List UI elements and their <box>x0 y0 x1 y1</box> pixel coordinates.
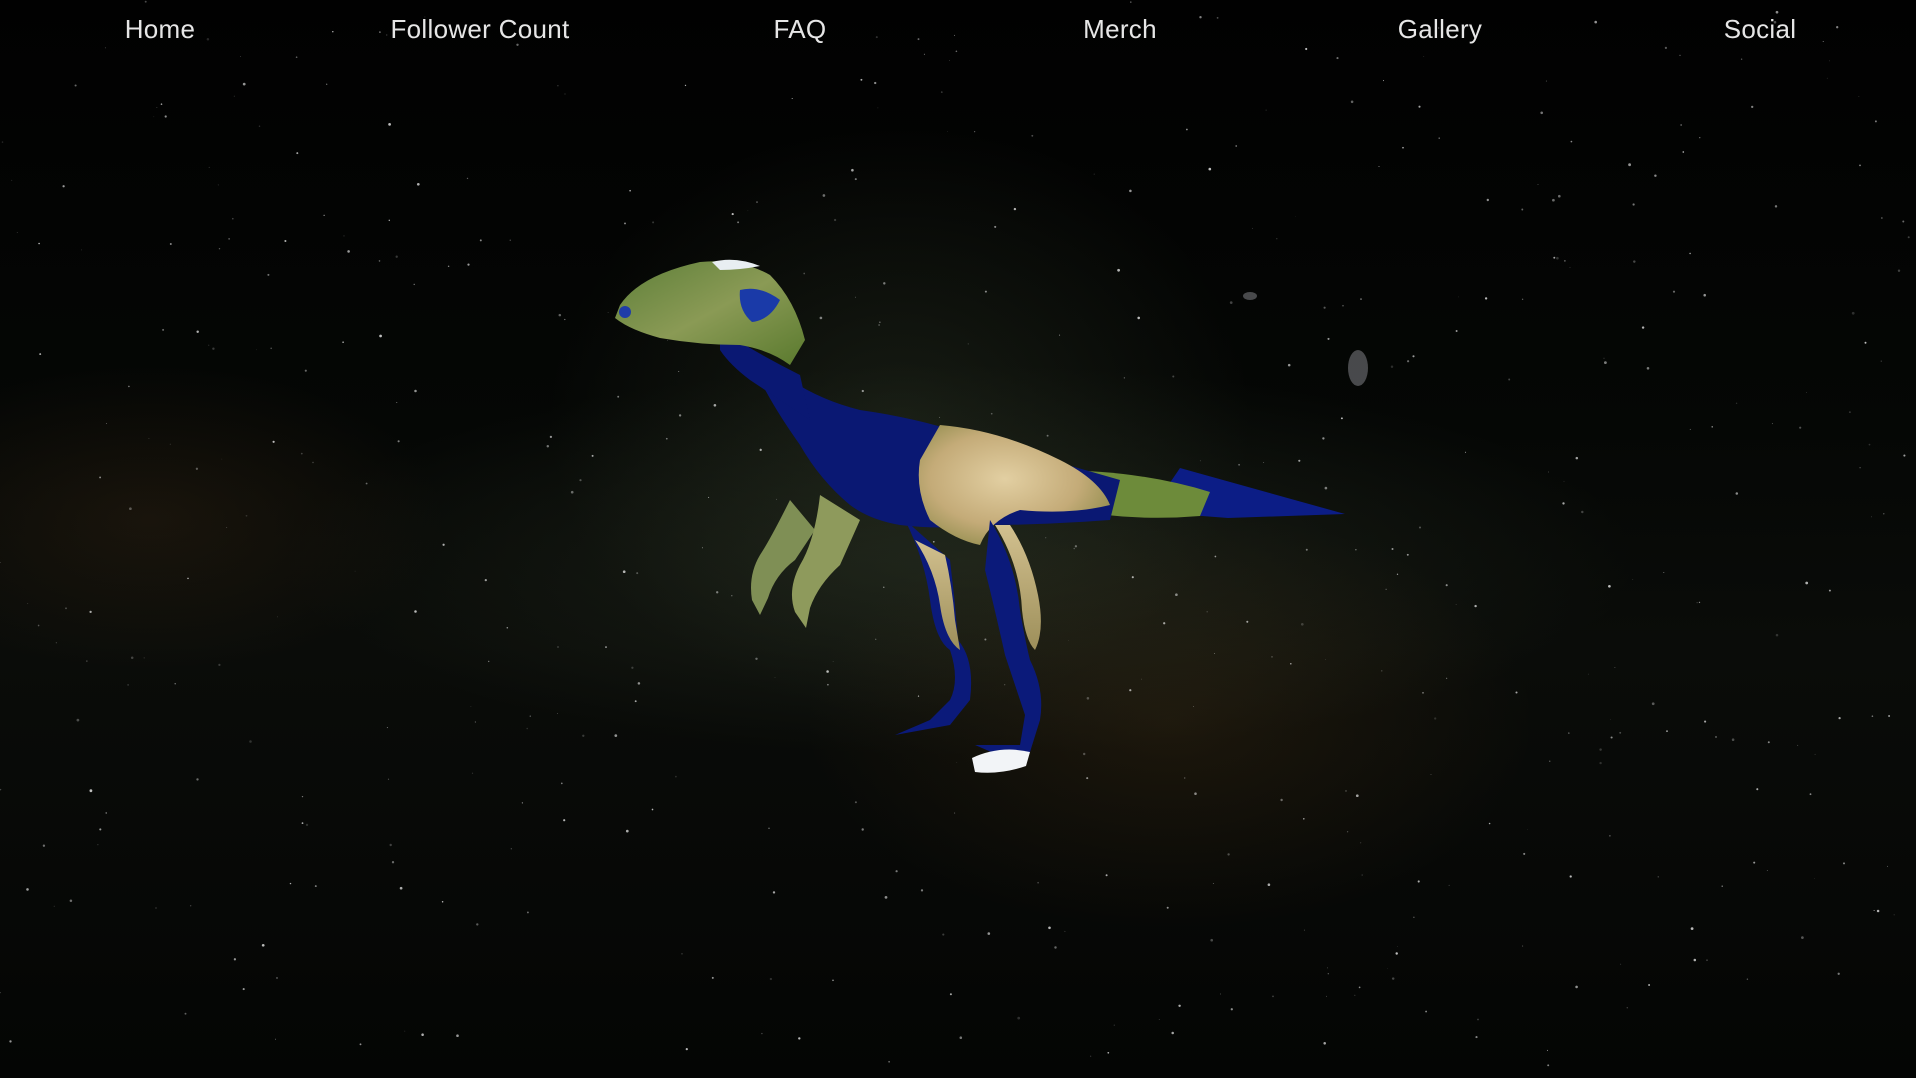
raptor-body-continent <box>918 425 1110 545</box>
raptor-head <box>615 261 805 365</box>
raptor-icy-claw <box>972 749 1030 773</box>
raptor-eye <box>619 306 631 318</box>
raptor-model[interactable] <box>0 0 1916 1078</box>
space-background: Home Follower Count FAQ Merch Gallery So… <box>0 0 1916 1078</box>
